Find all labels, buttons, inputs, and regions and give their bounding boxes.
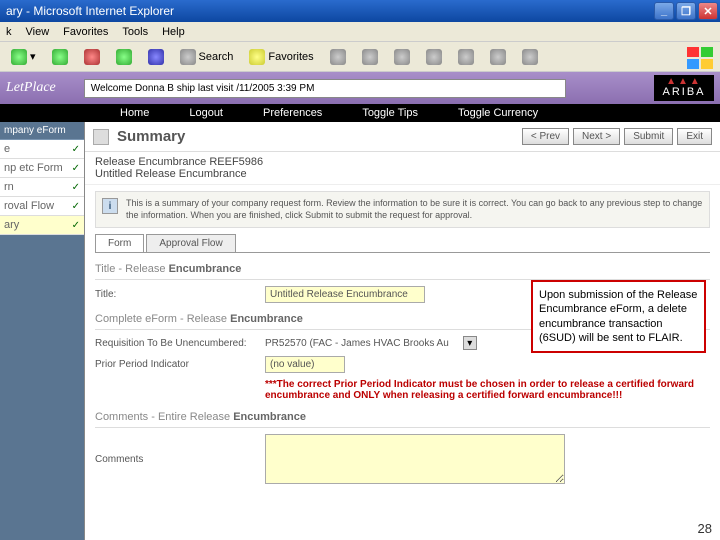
discuss-button[interactable]	[453, 46, 479, 68]
sidebar-header: mpany eForm	[0, 122, 84, 140]
tabs: Form Approval Flow	[95, 234, 710, 253]
refresh-icon	[116, 49, 132, 65]
ie-toolbar: ▾ Search Favorites	[0, 42, 720, 72]
window-titlebar: ary - Microsoft Internet Explorer _ ❐ ✕	[0, 0, 720, 22]
title-input[interactable]	[265, 286, 425, 303]
nav-toggle-currency[interactable]: Toggle Currency	[458, 107, 538, 119]
sidebar-item[interactable]: e✓	[0, 140, 84, 159]
action-buttons: < Prev Next > Submit Exit	[522, 128, 712, 145]
menu-favorites[interactable]: Favorites	[63, 26, 108, 38]
history-button[interactable]	[325, 46, 351, 68]
home-button[interactable]	[143, 46, 169, 68]
sub-header: Release Encumbrance REEF5986 Untitled Re…	[85, 152, 720, 185]
prior-period-select[interactable]: (no value)	[265, 356, 345, 373]
menu-tools[interactable]: Tools	[122, 26, 148, 38]
check-icon: ✓	[72, 163, 80, 174]
sidebar-item[interactable]: roval Flow✓	[0, 197, 84, 216]
field-label: Comments	[95, 454, 255, 465]
info-icon: i	[102, 198, 118, 214]
nav-toggle-tips[interactable]: Toggle Tips	[362, 107, 418, 119]
print-icon	[394, 49, 410, 65]
check-icon: ✓	[72, 220, 80, 231]
nav-home[interactable]: Home	[120, 107, 149, 119]
exit-button[interactable]: Exit	[677, 128, 712, 145]
minimize-button[interactable]: _	[654, 2, 674, 20]
app-header: LetPlace Welcome Donna B ship last visit…	[0, 72, 720, 104]
app-logo: LetPlace	[6, 80, 56, 96]
sidebar-item-summary[interactable]: ary✓	[0, 216, 84, 235]
print-button[interactable]	[389, 46, 415, 68]
sidebar-item[interactable]: rn✓	[0, 178, 84, 197]
mail-icon	[362, 49, 378, 65]
callout-box: Upon submission of the Release Encumbran…	[531, 280, 706, 353]
comments-field: Comments	[95, 434, 710, 484]
refresh-button[interactable]	[111, 46, 137, 68]
summary-header: Summary < Prev Next > Submit Exit	[85, 122, 720, 152]
add-icon[interactable]: ▾	[463, 336, 477, 350]
ariba-logo: ▲▲▲ARIBA	[654, 75, 714, 101]
edit-icon	[426, 49, 442, 65]
forward-button[interactable]	[47, 46, 73, 68]
prev-button[interactable]: < Prev	[522, 128, 569, 145]
info-box: i This is a summary of your company requ…	[95, 191, 710, 228]
back-button[interactable]: ▾	[6, 46, 41, 68]
tab-approval-flow[interactable]: Approval Flow	[146, 234, 235, 252]
windows-logo-icon	[686, 46, 714, 68]
field-label: Title:	[95, 289, 255, 300]
submit-button[interactable]: Submit	[624, 128, 673, 145]
next-button[interactable]: Next >	[573, 128, 620, 145]
field-value: PR52570 (FAC - James HVAC Brooks Au	[265, 338, 449, 349]
nav-logout[interactable]: Logout	[189, 107, 223, 119]
tab-form[interactable]: Form	[95, 234, 144, 252]
nav-preferences[interactable]: Preferences	[263, 107, 322, 119]
menu-bar: k View Favorites Tools Help	[0, 22, 720, 42]
check-icon: ✓	[72, 144, 80, 155]
menu-view[interactable]: View	[26, 26, 50, 38]
forward-icon	[52, 49, 68, 65]
page-title: Summary	[117, 128, 185, 145]
research-icon	[490, 49, 506, 65]
section-header: Comments - Entire Release Encumbrance	[95, 407, 710, 428]
research-button[interactable]	[485, 46, 511, 68]
info-text: This is a summary of your company reques…	[126, 198, 703, 221]
field-label: Prior Period Indicator	[95, 359, 255, 370]
sidebar-item[interactable]: np etc Form✓	[0, 159, 84, 178]
stop-button[interactable]	[79, 46, 105, 68]
check-icon: ✓	[72, 201, 80, 212]
window-title: ary - Microsoft Internet Explorer	[2, 4, 174, 18]
field-label: Requisition To Be Unencumbered:	[95, 338, 255, 349]
favorites-button[interactable]: Favorites	[244, 46, 318, 68]
welcome-text: Welcome Donna B ship last visit /11/2005…	[84, 79, 566, 98]
search-icon	[180, 49, 196, 65]
sidebar: mpany eForm e✓ np etc Form✓ rn✓ roval Fl…	[0, 122, 85, 540]
messenger-button[interactable]	[517, 46, 543, 68]
back-icon	[11, 49, 27, 65]
section-comments: Comments - Entire Release Encumbrance Co…	[95, 407, 710, 484]
search-button[interactable]: Search	[175, 46, 239, 68]
messenger-icon	[522, 49, 538, 65]
maximize-button[interactable]: ❐	[676, 2, 696, 20]
check-icon: ✓	[72, 182, 80, 193]
summary-icon	[93, 129, 109, 145]
discuss-icon	[458, 49, 474, 65]
star-icon	[249, 49, 265, 65]
prior-period-field: Prior Period Indicator (no value)	[95, 356, 710, 373]
comments-textarea[interactable]	[265, 434, 565, 484]
menu-help[interactable]: Help	[162, 26, 185, 38]
home-icon	[148, 49, 164, 65]
history-icon	[330, 49, 346, 65]
close-button[interactable]: ✕	[698, 2, 718, 20]
menu-back[interactable]: k	[6, 26, 12, 38]
slide-number: 28	[698, 521, 712, 536]
section-header: Title - Release Encumbrance	[95, 259, 710, 280]
edit-button[interactable]	[421, 46, 447, 68]
stop-icon	[84, 49, 100, 65]
mail-button[interactable]	[357, 46, 383, 68]
window-controls: _ ❐ ✕	[654, 2, 718, 20]
warning-text: ***The correct Prior Period Indicator mu…	[265, 379, 710, 401]
nav-bar: Home Logout Preferences Toggle Tips Togg…	[0, 104, 720, 122]
